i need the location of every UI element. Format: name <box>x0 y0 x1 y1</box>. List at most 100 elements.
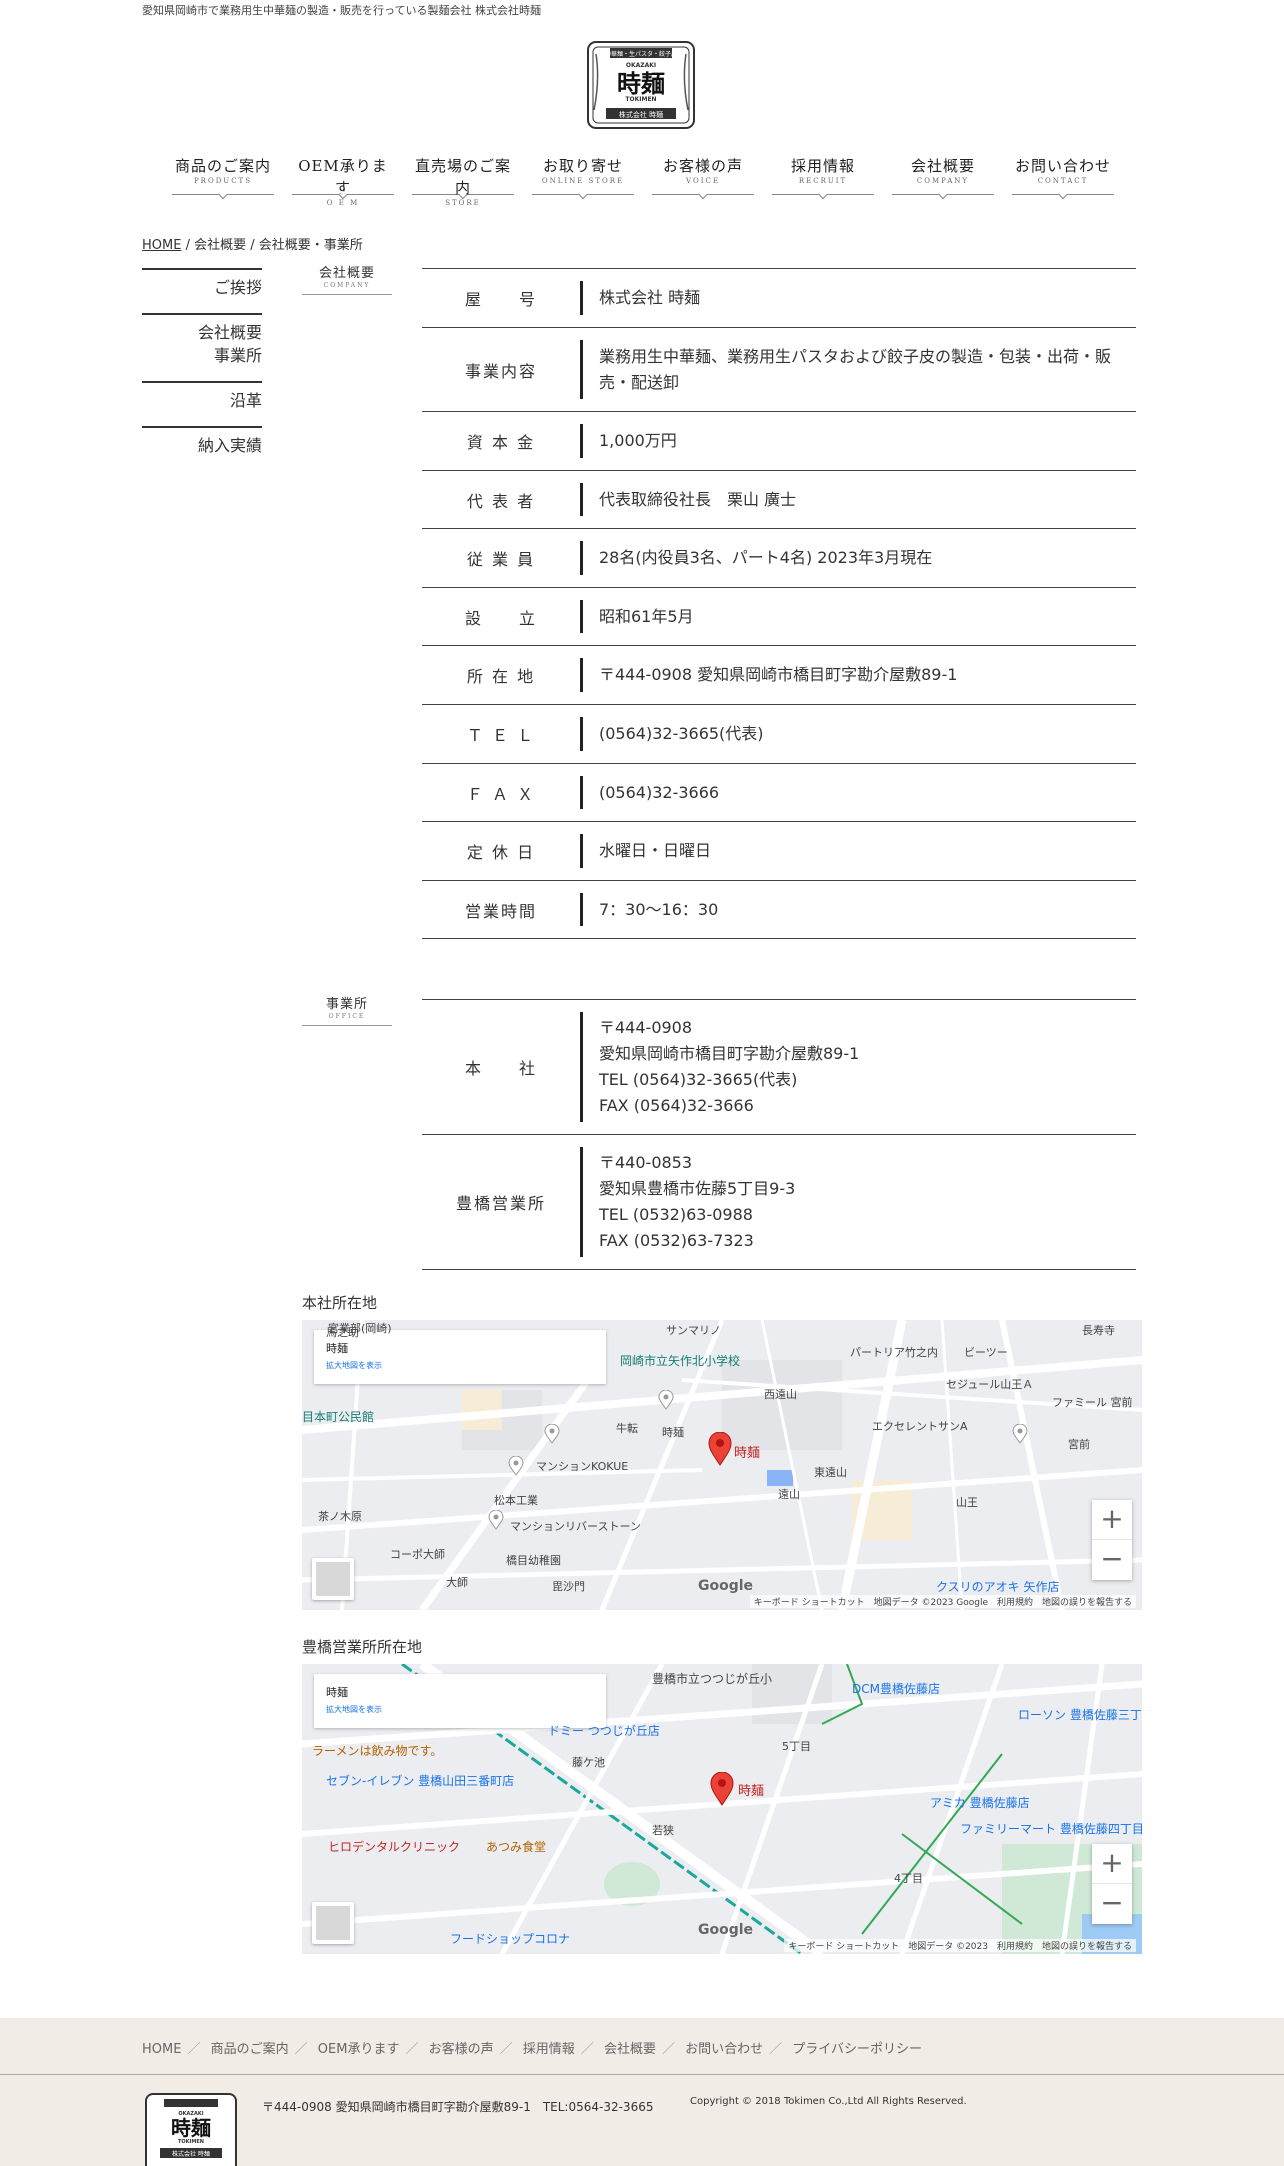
svg-text:TOKIMEN: TOKIMEN <box>178 2139 204 2145</box>
table-row: 屋 号株式会社 時麺 <box>422 269 1136 328</box>
footer-logo[interactable]: OKAZAKI 時麺 TOKIMEN 株式会社 時麺 <box>142 2092 240 2166</box>
global-nav: 商品のご案内 PRODUCTS OEM承ります O E M 直売場のご案内 STORE… <box>172 155 1114 207</box>
map-label: 馬之助 <box>326 1326 359 1339</box>
map-label: 藤ケ池 <box>572 1756 605 1769</box>
company-info-table: 屋 号株式会社 時麺 事業内容 業務用生中華麺、業務用生パスタおよび餃子皮の製造・… <box>422 268 1136 939</box>
table-row: 代 表 者代表取締役社長 栗山 廣士 <box>422 471 1136 529</box>
map-label: ローソン 豊橋佐藤三丁目店 <box>1018 1708 1142 1722</box>
footer-link-voice[interactable]: お客様の声 <box>429 2042 494 2057</box>
map-label: 遠山 <box>778 1488 800 1501</box>
company-subnav: ご挨拶 会社概要 事業所 沿革 納入実績 <box>142 268 262 471</box>
breadcrumb: HOME / 会社概要 / 会社概要・事業所 <box>142 238 363 253</box>
footer-address: 〒444-0908 愛知県岡崎市橋目町字勘介屋敷89-1 TEL:0564-32… <box>262 2100 654 2114</box>
nav-oem[interactable]: OEM承ります O E M <box>292 155 394 207</box>
map-label: クスリのアオキ 矢作店 <box>936 1580 1060 1594</box>
footer-link-privacy[interactable]: プライバシーポリシー <box>792 2042 922 2057</box>
footer-link-oem[interactable]: OEM承ります <box>318 2042 400 2057</box>
subnav-clients[interactable]: 納入実績 <box>142 426 262 471</box>
map-layer-button[interactable] <box>312 1558 354 1600</box>
table-row: Ｆ Ａ Ｘ (0564)32-3666 <box>422 764 1136 822</box>
nav-recruit[interactable]: 採用情報 RECRUIT <box>772 155 874 195</box>
poi-marker-icon[interactable] <box>508 1456 524 1476</box>
map-label: エクセレントサンA <box>872 1420 968 1433</box>
map-label: ラーメンは飲み物です。 <box>312 1744 443 1758</box>
location-pin-icon[interactable] <box>710 1772 734 1806</box>
logo-romaji: TOKIMEN <box>625 96 656 103</box>
map-layer-button[interactable] <box>312 1902 354 1944</box>
map-label: 5丁目 <box>782 1740 811 1753</box>
footer-link-products[interactable]: 商品のご案内 <box>211 2042 289 2057</box>
map-label: 山王 <box>956 1496 978 1509</box>
head-office-map[interactable]: 時麺 拡大地図を表示 宮業部(岡崎) サンマリノ 長寿寺 岡崎市立矢作北小学校 … <box>302 1320 1142 1610</box>
location-pin-icon[interactable] <box>708 1432 732 1466</box>
table-row: 所 在 地〒444-0908 愛知県岡崎市橋目町字勘介屋敷89-1 <box>422 646 1136 705</box>
subnav-history[interactable]: 沿革 <box>142 381 262 426</box>
view-larger-map-link[interactable]: 拡大地図を表示 <box>326 1704 594 1715</box>
toyohashi-office-map[interactable]: 時麺 拡大地図を表示 豊橋市立つつじが丘小 DCM豊橋佐藤店 ローソン 豊橋佐藤… <box>302 1664 1142 1954</box>
breadcrumb-home[interactable]: HOME <box>142 238 181 253</box>
poi-marker-icon[interactable] <box>658 1390 674 1410</box>
poi-marker-icon[interactable] <box>544 1424 560 1444</box>
breadcrumb-company[interactable]: 会社概要 <box>194 238 246 253</box>
map-label: 宮前 <box>1068 1438 1090 1451</box>
site-tagline: 愛知県岡崎市で業務用生中華麺の製造・販売を行っている製麺会社 株式会社時麺 <box>142 4 541 17</box>
map-label: 時麺 <box>662 1426 684 1439</box>
map-label: 大師 <box>446 1576 468 1589</box>
nav-products[interactable]: 商品のご案内 PRODUCTS <box>172 155 274 195</box>
nav-voice[interactable]: お客様の声 VOICE <box>652 155 754 195</box>
svg-text:株式会社 時麺: 株式会社 時麺 <box>172 2150 210 2158</box>
footer-link-company[interactable]: 会社概要 <box>604 2042 656 2057</box>
subnav-overview-office[interactable]: 会社概要 事業所 <box>142 313 262 381</box>
map-label: 長寿寺 <box>1082 1324 1115 1337</box>
table-row: 資 本 金 1,000万円 <box>422 412 1136 471</box>
office-section-label: 事業所 OFFICE <box>302 997 392 1026</box>
map-marker-label: 時麺 <box>734 1446 761 1461</box>
zoom-out-button[interactable]: − <box>1092 1540 1132 1580</box>
map-footer[interactable]: キーボード ショートカット 地図データ ©2023 利用規約 地図の誤りを報告す… <box>784 1939 1136 1952</box>
svg-text:時麺: 時麺 <box>171 2116 211 2140</box>
map-zoom-control[interactable]: + − <box>1092 1500 1132 1580</box>
logo-brand: 時麺 <box>617 69 665 98</box>
footer-link-recruit[interactable]: 採用情報 <box>523 2042 575 2057</box>
google-logo: Google <box>698 1578 754 1594</box>
table-row: 営業時間 7：30〜16：30 <box>422 881 1136 939</box>
zoom-in-button[interactable]: + <box>1092 1844 1132 1884</box>
map-label: 岡崎市立矢作北小学校 <box>620 1354 741 1368</box>
nav-company[interactable]: 会社概要 COMPANY <box>892 155 994 195</box>
zoom-out-button[interactable]: − <box>1092 1884 1132 1924</box>
map-label: パートリア竹之内 <box>850 1346 938 1359</box>
nav-contact[interactable]: お問い合わせ CONTACT <box>1012 155 1114 195</box>
poi-marker-icon[interactable] <box>488 1510 504 1530</box>
map-label: 4丁目 <box>894 1872 923 1885</box>
tokimen-logo[interactable]: 中華麺・生パスタ・餃子皮 OKAZAKI 時麺 TOKIMEN 株式会社 時麺 <box>582 40 700 132</box>
nav-online-store[interactable]: お取り寄せ ONLINE STORE <box>532 155 634 195</box>
map-label: 橋目幼稚園 <box>506 1554 561 1567</box>
map-zoom-control[interactable]: + − <box>1092 1844 1132 1924</box>
map-label: 豊橋市立つつじが丘小 <box>652 1672 773 1686</box>
map-label: 若狭 <box>652 1824 674 1837</box>
table-row: 事業内容 業務用生中華麺、業務用生パスタおよび餃子皮の製造・包装・出荷・販売・配送… <box>422 328 1136 412</box>
map-label: 東遠山 <box>814 1466 847 1479</box>
nav-store[interactable]: 直売場のご案内 STORE <box>412 155 514 207</box>
map-label: 西遠山 <box>764 1388 797 1401</box>
table-row: Ｔ Ｅ Ｌ (0564)32-3665(代表) <box>422 705 1136 764</box>
footer-link-contact[interactable]: お問い合わせ <box>685 2042 763 2057</box>
map-label: 茶ノ木原 <box>318 1510 362 1523</box>
poi-marker-icon[interactable] <box>1012 1424 1028 1444</box>
map-label: 目本町公民館 <box>302 1410 375 1424</box>
zoom-in-button[interactable]: + <box>1092 1500 1132 1540</box>
footer-link-home[interactable]: HOME <box>142 2042 181 2057</box>
map-marker-label: 時麺 <box>738 1784 765 1799</box>
map-label: ファミール 宮前 <box>1052 1396 1133 1409</box>
view-larger-map-link[interactable]: 拡大地図を表示 <box>326 1360 594 1371</box>
map-label: ドミー つつじが丘店 <box>548 1724 660 1738</box>
google-logo: Google <box>698 1922 754 1938</box>
map-place-card: 時麺 拡大地図を表示 <box>314 1674 606 1728</box>
map-footer[interactable]: キーボード ショートカット 地図データ ©2023 Google 利用規約 地図… <box>749 1595 1136 1608</box>
map-label: セブン-イレブン 豊橋山田三番町店 <box>326 1774 515 1788</box>
map-label: 牛転 <box>616 1422 638 1435</box>
subnav-greeting[interactable]: ご挨拶 <box>142 268 262 313</box>
map-label: コーポ大師 <box>390 1548 445 1561</box>
footer-divider <box>0 2074 1284 2075</box>
map-label: アミカ 豊橋佐藤店 <box>930 1796 1030 1810</box>
